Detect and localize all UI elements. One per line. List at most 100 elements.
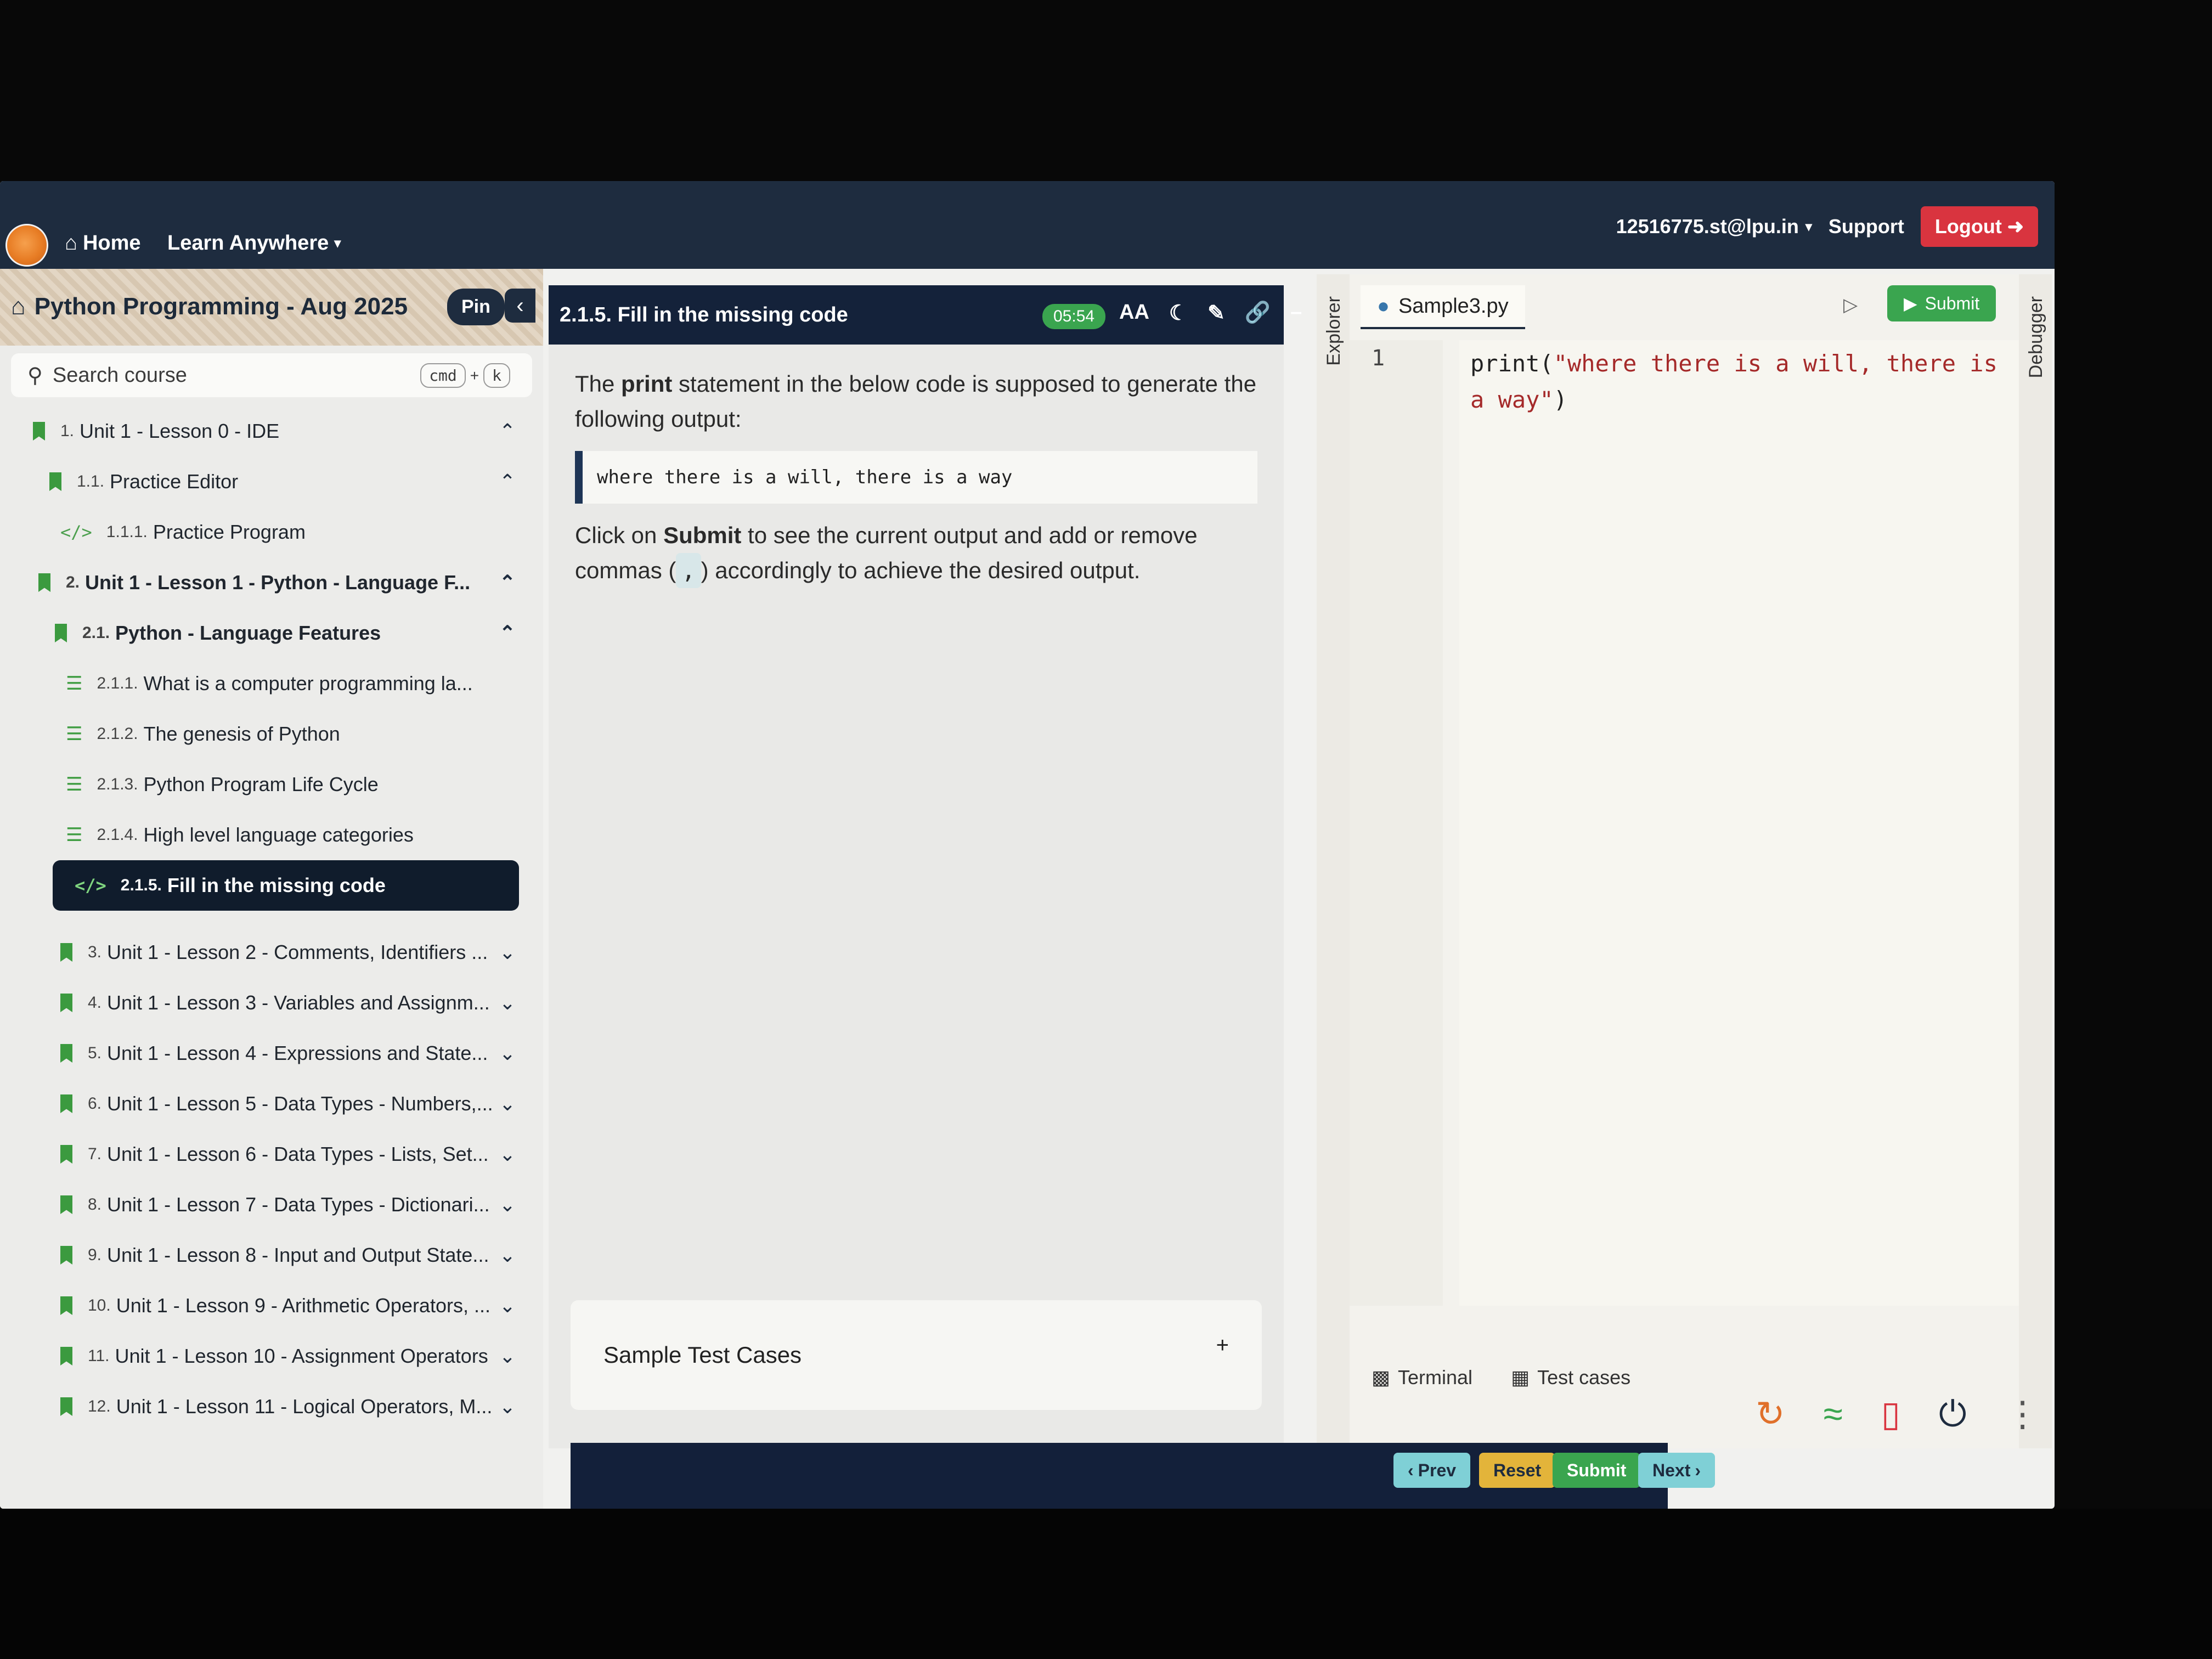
reset-button[interactable]: Reset [1479, 1453, 1556, 1488]
chevron-down-icon[interactable]: ⌄ [499, 1092, 516, 1115]
chevron-left-icon: ‹ [1408, 1460, 1414, 1480]
terminal-tab[interactable]: ▩ Terminal [1372, 1366, 1472, 1389]
home-icon[interactable]: ⌂ [11, 293, 26, 320]
chevron-up-icon[interactable]: ⌃ [499, 470, 516, 493]
chevron-up-icon[interactable]: ⌃ [499, 420, 516, 443]
course-title: ⌂ Python Programming - Aug 2025 [11, 293, 408, 320]
list-icon: ☰ [66, 673, 83, 694]
bookmark-icon [60, 994, 72, 1012]
chevron-down-icon[interactable]: ⌄ [499, 1244, 516, 1267]
bookmark-icon [60, 1296, 72, 1315]
chevron-right-icon: › [1695, 1460, 1701, 1480]
tree-item-lesson-5[interactable]: 6. Unit 1 - Lesson 5 - Data Types - Numb… [22, 1079, 538, 1129]
code-editor-panel: Explorer ● Sample3.py ▷ ▶ Submit 1 print… [1317, 274, 2052, 1448]
collapse-sidebar-button[interactable]: ‹ [505, 289, 535, 323]
debugger-sidebar-tab[interactable]: Debugger [2019, 274, 2052, 1448]
power-icon[interactable]: ⏻ [1939, 1393, 1967, 1435]
chevron-down-icon[interactable]: ⌄ [499, 1345, 516, 1368]
bookmark-icon [49, 472, 61, 491]
tree-item-lesson-11[interactable]: 12. Unit 1 - Lesson 11 - Logical Operato… [22, 1381, 538, 1432]
user-menu[interactable]: 12516775.st@lpu.in ▾ [1616, 215, 1812, 238]
code-input-area[interactable]: print("where there is a will, there is a… [1459, 340, 2030, 1306]
tree-item-language-features[interactable]: 2.1. Python - Language Features ⌃ [22, 608, 538, 658]
file-tab-sample3[interactable]: ● Sample3.py [1361, 285, 1525, 329]
chevron-down-icon[interactable]: ⌄ [499, 991, 516, 1014]
refresh-icon[interactable]: ↻ [1756, 1393, 1785, 1435]
logout-button[interactable]: Logout ➜ [1920, 206, 2038, 247]
logout-icon: ➜ [2007, 215, 2024, 238]
lpu-logo[interactable] [5, 224, 48, 267]
tree-item-unit1-lesson0[interactable]: 1. Unit 1 - Lesson 0 - IDE ⌃ [22, 406, 538, 456]
tree-item-lesson-9[interactable]: 10. Unit 1 - Lesson 9 - Arithmetic Opera… [22, 1280, 538, 1331]
tree-item-2-1-3[interactable]: ☰ 2.1.3. Python Program Life Cycle [22, 759, 538, 810]
tree-item-2-1-1[interactable]: ☰ 2.1.1. What is a computer programming … [22, 658, 538, 709]
editor-submit-button[interactable]: ▶ Submit [1887, 285, 1996, 321]
chevron-down-icon[interactable]: ⌄ [499, 1294, 516, 1317]
expand-plus-icon[interactable]: + [1216, 1333, 1229, 1358]
bottom-nav-bar: ‹ Prev Reset Submit Next › [571, 1443, 1716, 1509]
run-icon[interactable]: ▷ [1843, 294, 1858, 316]
bookmark-icon [33, 422, 45, 441]
chevron-down-icon[interactable]: ⌄ [499, 1042, 516, 1065]
chevron-up-icon[interactable]: ⌃ [499, 622, 516, 645]
tree-item-lesson-8[interactable]: 9. Unit 1 - Lesson 8 - Input and Output … [22, 1230, 538, 1280]
line-gutter [1350, 340, 1443, 1306]
pin-button[interactable]: Pin [447, 289, 505, 325]
tree-item-2-1-5-active[interactable]: </> 2.1.5. Fill in the missing code [53, 860, 519, 911]
code-icon: </> [60, 522, 92, 543]
tree-item-practice-program[interactable]: </> 1.1.1. Practice Program [22, 507, 538, 557]
terminal-icon: ▩ [1372, 1366, 1391, 1389]
footer-submit-button[interactable]: Submit [1553, 1453, 1641, 1488]
chevron-down-icon[interactable]: ⌄ [499, 941, 516, 964]
tree-item-lesson-6[interactable]: 7. Unit 1 - Lesson 6 - Data Types - List… [22, 1129, 538, 1180]
link-icon[interactable]: 🔗 [1245, 301, 1271, 325]
tree-item-lesson-2[interactable]: 3. Unit 1 - Lesson 2 - Comments, Identif… [22, 927, 538, 978]
chevron-up-icon[interactable]: ⌃ [499, 571, 516, 594]
sample-test-cases-card[interactable]: Sample Test Cases + [571, 1300, 1262, 1410]
chevron-down-icon[interactable]: ⌄ [499, 1395, 516, 1418]
edit-icon[interactable]: ✎ [1207, 301, 1225, 325]
prev-button[interactable]: ‹ Prev [1393, 1453, 1471, 1488]
search-shortcut: cmd + k [420, 363, 510, 388]
tree-item-2-1-4[interactable]: ☰ 2.1.4. High level language categories [22, 810, 538, 860]
minimize-icon[interactable]: – [1290, 301, 1302, 325]
course-header: ⌂ Python Programming - Aug 2025 Pin ‹ [0, 269, 543, 346]
moon-icon[interactable]: ☾ [1169, 301, 1188, 325]
status-icons: ↻ ≈ ▯ ⏻ ⋮ [1756, 1393, 2040, 1435]
tree-item-lesson-3[interactable]: 4. Unit 1 - Lesson 3 - Variables and Ass… [22, 978, 538, 1028]
caret-down-icon: ▾ [1805, 219, 1812, 234]
learn-anywhere-dropdown[interactable]: Learn Anywhere ▾ [167, 232, 341, 255]
next-button[interactable]: Next › [1638, 1453, 1716, 1488]
search-course-input[interactable]: ⚲ Search course cmd + k [11, 353, 532, 397]
battery-icon: ▯ [1881, 1394, 1900, 1434]
wifi-icon: ≈ [1823, 1394, 1843, 1434]
tree-item-unit1-lesson1[interactable]: 2. Unit 1 - Lesson 1 - Python - Language… [22, 557, 538, 608]
tree-item-lesson-10[interactable]: 11. Unit 1 - Lesson 10 - Assignment Oper… [22, 1331, 538, 1381]
bookmark-icon [60, 1044, 72, 1063]
course-sidebar: ⌂ Python Programming - Aug 2025 Pin ‹ ⚲ … [0, 269, 543, 1509]
more-options-icon[interactable]: ⋮ [2005, 1393, 2040, 1435]
list-icon: ☰ [66, 724, 83, 744]
tree-item-lesson-4[interactable]: 5. Unit 1 - Lesson 4 - Expressions and S… [22, 1028, 538, 1079]
question-toolbar: AA ☾ ✎ 🔗 – [1119, 301, 1302, 325]
bookmark-icon [60, 1347, 72, 1365]
laptop-bezel [0, 1509, 2212, 1659]
question-body: The print statement in the below code is… [549, 345, 1284, 610]
font-size-icon[interactable]: AA [1119, 301, 1149, 325]
search-icon: ⚲ [27, 364, 43, 387]
test-cases-tab[interactable]: ▦ Test cases [1511, 1366, 1630, 1389]
question-panel: 2.1.5. Fill in the missing code 05:54 AA… [549, 285, 1302, 1448]
chevron-down-icon[interactable]: ⌄ [499, 1143, 516, 1166]
tree-item-practice-editor[interactable]: 1.1. Practice Editor ⌃ [22, 456, 538, 507]
question-header: 2.1.5. Fill in the missing code 05:54 AA… [549, 285, 1302, 345]
tree-item-2-1-2[interactable]: ☰ 2.1.2. The genesis of Python [22, 709, 538, 759]
code-line-1[interactable]: print("where there is a will, there is a… [1470, 346, 2008, 418]
support-link[interactable]: Support [1829, 215, 1904, 238]
home-link[interactable]: ⌂ Home [65, 232, 141, 255]
bookmark-icon [60, 1246, 72, 1265]
tree-item-lesson-7[interactable]: 8. Unit 1 - Lesson 7 - Data Types - Dict… [22, 1180, 538, 1230]
explorer-sidebar-tab[interactable]: Explorer [1317, 274, 1350, 1448]
bookmark-icon [60, 943, 72, 962]
chevron-down-icon[interactable]: ⌄ [499, 1193, 516, 1216]
